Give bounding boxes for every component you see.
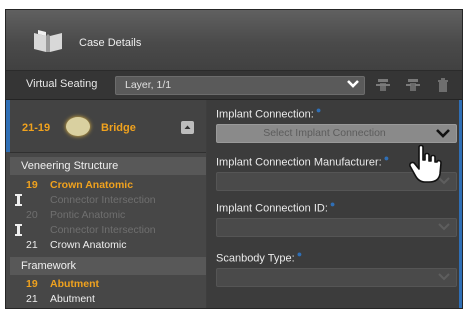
virtual-seating-label: Virtual Seating bbox=[26, 78, 98, 90]
tooth-add-icon[interactable] bbox=[375, 77, 391, 93]
list-item[interactable]: 21 Abutment bbox=[10, 292, 206, 307]
chevron-down-icon bbox=[436, 129, 450, 138]
list-item[interactable]: Connector Intersection bbox=[10, 193, 206, 208]
tooth-group-header[interactable]: 21-19 Bridge bbox=[10, 100, 206, 153]
panel-accent bbox=[459, 100, 462, 308]
bridge-icon bbox=[66, 117, 90, 136]
list-item[interactable]: 20 Pontic Anatomic bbox=[10, 208, 206, 223]
chevron-down-icon bbox=[438, 273, 450, 281]
chevron-down-icon bbox=[438, 223, 450, 231]
tooth-structure-panel: 21-19 Bridge Veneering Structure 19 Crow… bbox=[6, 100, 206, 308]
book-icon bbox=[34, 30, 62, 52]
section-veneering-structure: Veneering Structure bbox=[10, 157, 206, 175]
collapse-button[interactable] bbox=[181, 121, 194, 134]
list-item[interactable]: 21 Crown Anatomic bbox=[10, 238, 206, 253]
scanbody-type-label: Scanbody Type: ● bbox=[216, 249, 303, 265]
chevron-up-icon bbox=[184, 125, 191, 129]
page-title: Case Details bbox=[79, 37, 142, 49]
connector-icon bbox=[15, 194, 22, 206]
section-framework: Framework bbox=[10, 257, 206, 275]
connection-id-label: Implant Connection ID: ● bbox=[216, 199, 336, 215]
layer-select[interactable]: Layer, 1/1 bbox=[115, 76, 365, 95]
case-details-window: Case Details Virtual Seating Layer, 1/1 … bbox=[5, 9, 463, 309]
manufacturer-label: Implant Connection Manufacturer: ● bbox=[216, 153, 390, 169]
layer-select-value: Layer, 1/1 bbox=[125, 79, 172, 91]
tooth-remove-icon[interactable] bbox=[405, 77, 421, 93]
chevron-down-icon bbox=[347, 80, 359, 88]
implant-connection-label: Implant Connection: ● bbox=[216, 105, 322, 121]
list-item[interactable]: Connector Intersection bbox=[10, 223, 206, 238]
connection-id-select[interactable] bbox=[216, 218, 457, 237]
hand-cursor-icon bbox=[409, 144, 442, 183]
tooth-type: Bridge bbox=[101, 122, 136, 134]
virtual-seating-row: Virtual Seating Layer, 1/1 bbox=[6, 71, 462, 100]
list-item[interactable]: 19 Abutment bbox=[10, 277, 206, 292]
trash-icon[interactable] bbox=[435, 77, 451, 93]
list-item[interactable]: 19 Crown Anatomic bbox=[10, 178, 206, 193]
scanbody-type-select[interactable] bbox=[216, 268, 457, 287]
connector-icon bbox=[15, 224, 22, 236]
implant-connection-select[interactable]: Select Implant Connection bbox=[216, 124, 457, 143]
header: Case Details bbox=[6, 10, 462, 71]
tooth-number: 21-19 bbox=[22, 122, 51, 134]
implant-settings-panel: Implant Connection: ● Select Implant Conn… bbox=[207, 100, 462, 308]
